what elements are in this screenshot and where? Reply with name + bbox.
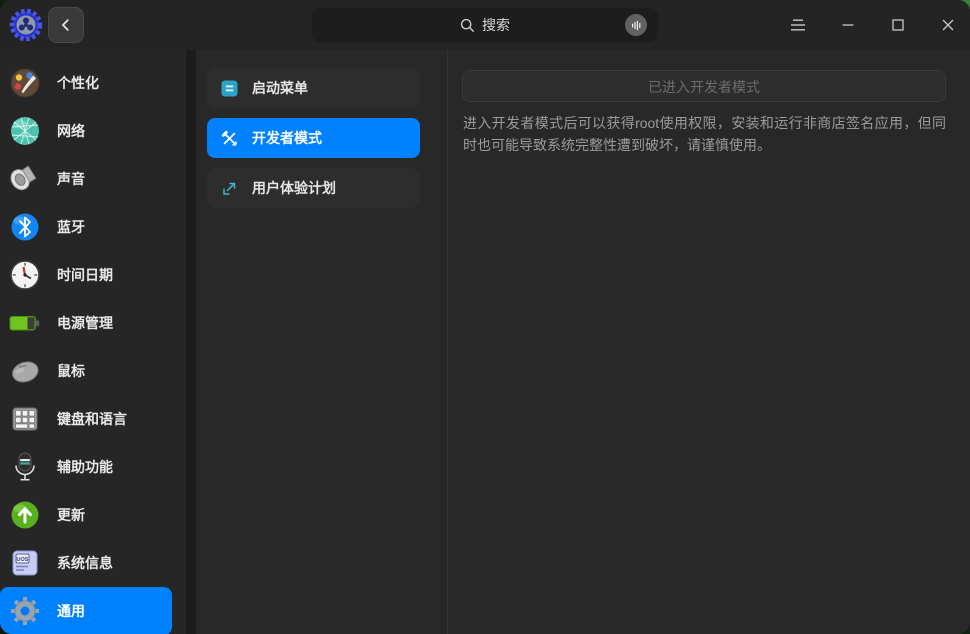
- developer-mode-description: 进入开发者模式后可以获得root使用权限，安装和运行非商店签名应用，但同时也可能…: [463, 112, 946, 156]
- boot-menu-icon: [221, 80, 238, 97]
- close-icon: [940, 17, 956, 33]
- sound-speaker-icon: [8, 162, 42, 196]
- close-button[interactable]: [930, 7, 966, 43]
- content-panel: 已进入开发者模式 进入开发者模式后可以获得root使用权限，安装和运行非商店签名…: [447, 50, 970, 634]
- general-gear-icon: [8, 594, 42, 628]
- sidebar-item-general-gear[interactable]: 通用: [0, 587, 172, 634]
- personalization-palette-icon: [8, 66, 42, 100]
- search-placeholder: 搜索: [482, 15, 510, 35]
- system-info-icon: UOS: [8, 546, 42, 580]
- sidebar-item-system-info[interactable]: UOS 系统信息: [0, 539, 172, 587]
- nav-item-boot-menu[interactable]: 启动菜单: [207, 68, 420, 108]
- back-button[interactable]: [48, 7, 84, 43]
- sidebar-item-datetime-clock[interactable]: 时间日期: [0, 251, 172, 299]
- search-input[interactable]: 搜索: [312, 8, 658, 42]
- waveform-icon: [630, 19, 643, 32]
- subsection-nav-list: 启动菜单 开发者模式 用户体验计划: [196, 50, 447, 634]
- sidebar-item-network-globe[interactable]: 网络: [0, 107, 172, 155]
- update-arrow-icon: [8, 498, 42, 532]
- user-experience-icon: [221, 180, 238, 197]
- nav-item-developer-mode[interactable]: 开发者模式: [207, 118, 420, 158]
- sidebar-item-bluetooth[interactable]: 蓝牙: [0, 203, 172, 251]
- sidebar-item-keyboard[interactable]: 键盘和语言: [0, 395, 172, 443]
- sidebar-item-update-arrow[interactable]: 更新: [0, 491, 172, 539]
- datetime-clock-icon: [8, 258, 42, 292]
- mouse-icon: [8, 354, 42, 388]
- bluetooth-icon: [8, 210, 42, 244]
- minimize-icon: [840, 17, 856, 33]
- chevron-left-icon: [59, 18, 73, 32]
- maximize-icon: [890, 17, 906, 33]
- nav-item-user-experience[interactable]: 用户体验计划: [207, 168, 420, 208]
- app-logo-gear-icon: [8, 7, 44, 43]
- app-body: 个性化 网络 声音 蓝牙 时间日期 电源管理 鼠标 键盘和语言 辅助功能 更新 …: [0, 50, 970, 634]
- voice-search-button[interactable]: [625, 14, 647, 36]
- maximize-button[interactable]: [880, 7, 916, 43]
- network-globe-icon: [8, 114, 42, 148]
- uos-badge-text: UOS: [17, 557, 29, 563]
- window-controls: [780, 7, 966, 43]
- power-battery-icon: [8, 306, 42, 340]
- minimize-button[interactable]: [830, 7, 866, 43]
- titlebar: 搜索: [0, 0, 970, 50]
- settings-window: 搜索 个性化 网络 声音: [0, 0, 970, 634]
- sidebar-item-accessibility-mic[interactable]: 辅助功能: [0, 443, 172, 491]
- developer-mode-icon: [221, 130, 238, 147]
- search-icon: [460, 18, 475, 33]
- sidebar-item-sound-speaker[interactable]: 声音: [0, 155, 172, 203]
- menu-icon: [789, 18, 807, 32]
- keyboard-icon: [8, 402, 42, 436]
- sidebar-item-power-battery[interactable]: 电源管理: [0, 299, 172, 347]
- sidebar-item-personalization-palette[interactable]: 个性化: [0, 59, 172, 107]
- sidebar-divider: [186, 50, 196, 634]
- window-menu-button[interactable]: [780, 7, 816, 43]
- sidebar-item-mouse[interactable]: 鼠标: [0, 347, 172, 395]
- developer-mode-status-button[interactable]: 已进入开发者模式: [462, 70, 946, 102]
- sidebar-category-list: 个性化 网络 声音 蓝牙 时间日期 电源管理 鼠标 键盘和语言 辅助功能 更新 …: [0, 50, 186, 634]
- accessibility-mic-icon: [8, 450, 42, 484]
